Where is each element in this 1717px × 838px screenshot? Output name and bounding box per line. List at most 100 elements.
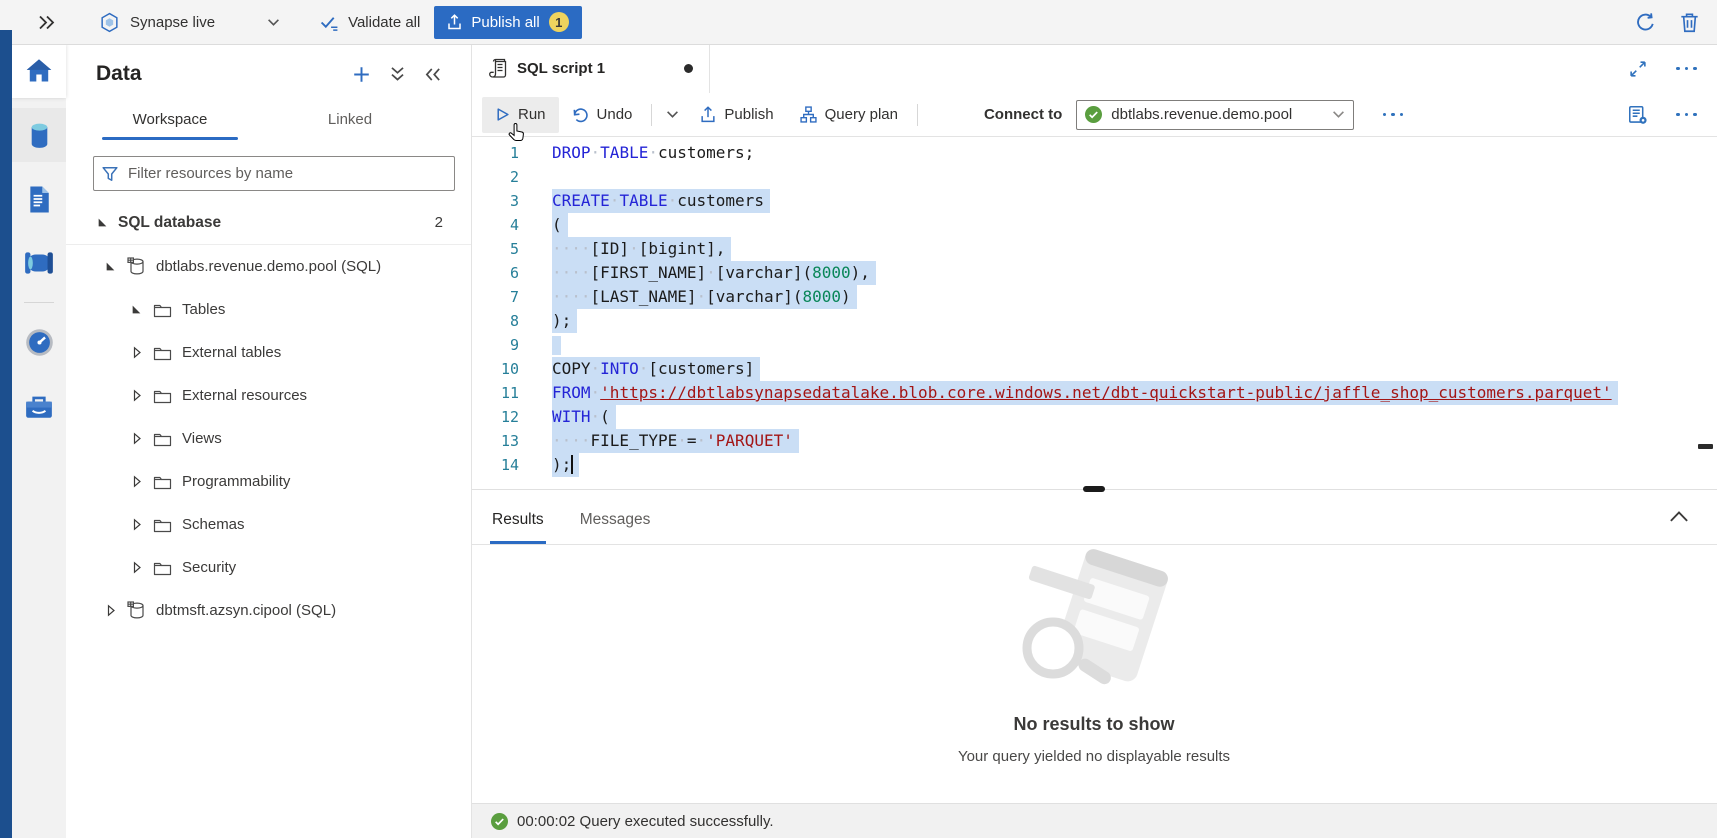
run-options-chevron-icon[interactable]	[658, 110, 687, 119]
tree-item-schemas[interactable]: Schemas	[66, 503, 471, 546]
collapse-panel-icon[interactable]	[425, 67, 441, 82]
results-splitter[interactable]	[471, 489, 1717, 490]
tab-messages[interactable]: Messages	[570, 496, 661, 544]
publish-label: Publish	[724, 106, 773, 123]
data-icon	[26, 121, 53, 150]
code-line-5: 5····[ID]·[bigint],	[471, 237, 1717, 261]
tab-sql-script-1[interactable]: SQL script 1	[471, 44, 710, 93]
caret-expanded-icon[interactable]	[104, 261, 117, 272]
chevron-down-icon	[1332, 110, 1345, 119]
discard-trash-icon[interactable]	[1680, 12, 1699, 33]
tree-item-dbtmsft-azsyn-cipool-sql[interactable]: dbtmsft.azsyn.cipool (SQL)	[66, 589, 471, 632]
tab-workspace[interactable]: Workspace	[90, 98, 250, 140]
empty-title: No results to show	[471, 714, 1717, 735]
tree-item-label: Views	[182, 430, 222, 447]
tree-item-label: Schemas	[182, 516, 245, 533]
caret-expanded-icon[interactable]	[96, 217, 109, 228]
database-icon	[126, 601, 146, 620]
properties-icon[interactable]	[1628, 105, 1648, 125]
line-number: 9	[471, 333, 519, 357]
selection-highlight: FROM·'https://dbtlabsynapsedatalake.blob…	[552, 381, 1618, 405]
empty-results-state: No results to show Your query yielded no…	[471, 549, 1717, 765]
tree-item-sql-database[interactable]: SQL database2	[66, 201, 471, 245]
caret-collapsed-icon[interactable]	[130, 561, 143, 574]
double-chevron-right-icon[interactable]	[38, 15, 55, 30]
toolbar-more-actions-icon[interactable]	[1674, 113, 1700, 117]
folder-icon	[152, 474, 172, 490]
monitor-icon	[25, 328, 54, 357]
rail-item-monitor[interactable]	[12, 315, 66, 369]
pool-select-dropdown[interactable]: dbtlabs.revenue.demo.pool	[1076, 100, 1354, 130]
tree-item-external-resources[interactable]: External resources	[66, 374, 471, 417]
collapse-all-icon[interactable]	[390, 66, 405, 82]
tab-linked[interactable]: Linked	[270, 98, 430, 140]
toolbar-divider	[651, 104, 652, 126]
sql-code-editor[interactable]: 1DROP·TABLE·customers;23CREATE·TABLE·cus…	[471, 138, 1717, 488]
filter-input[interactable]	[126, 164, 446, 183]
publish-all-button[interactable]: Publish all 1	[434, 6, 581, 39]
tree-item-programmability[interactable]: Programmability	[66, 460, 471, 503]
caret-collapsed-icon[interactable]	[130, 518, 143, 531]
tree-item-label: dbtlabs.revenue.demo.pool (SQL)	[156, 258, 381, 275]
publish-button[interactable]: Publish	[687, 97, 786, 133]
undo-button[interactable]: Undo	[559, 97, 646, 133]
sql-script-icon	[488, 58, 507, 79]
query-plan-button[interactable]: Query plan	[787, 97, 911, 133]
line-number: 4	[471, 213, 519, 237]
tree-item-security[interactable]: Security	[66, 546, 471, 589]
caret-collapsed-icon[interactable]	[130, 346, 143, 359]
caret-collapsed-icon[interactable]	[130, 432, 143, 445]
validate-check-icon	[320, 14, 339, 31]
tree-item-views[interactable]: Views	[66, 417, 471, 460]
caret-expanded-icon[interactable]	[130, 304, 143, 315]
connect-more-actions-icon[interactable]	[1380, 113, 1406, 117]
expand-editor-icon[interactable]	[1630, 61, 1646, 77]
manage-icon	[24, 393, 54, 420]
run-button[interactable]: Run	[482, 97, 559, 133]
tree-item-dbtlabs-revenue-demo-pool-sql[interactable]: dbtlabs.revenue.demo.pool (SQL)	[66, 245, 471, 288]
line-number: 13	[471, 429, 519, 453]
rail-item-integrate[interactable]	[12, 236, 66, 290]
tree-item-count: 2	[435, 214, 443, 231]
caret-collapsed-icon[interactable]	[130, 475, 143, 488]
rail	[12, 44, 66, 838]
folder-icon	[152, 302, 172, 318]
line-number: 3	[471, 189, 519, 213]
rail-item-develop[interactable]	[12, 172, 66, 226]
caret-collapsed-icon[interactable]	[104, 604, 117, 617]
selection-highlight: );	[552, 309, 577, 333]
collapse-results-chevron-icon[interactable]	[1669, 510, 1689, 523]
code-line-14: 14);	[471, 453, 1717, 477]
integrate-icon	[23, 251, 55, 275]
tab-workspace-label: Workspace	[133, 111, 208, 128]
line-number: 2	[471, 165, 519, 189]
tree-item-tables[interactable]: Tables	[66, 288, 471, 331]
code-line-1: 1DROP·TABLE·customers;	[471, 141, 1717, 165]
line-number: 11	[471, 381, 519, 405]
splitter-handle[interactable]	[1083, 486, 1105, 492]
environment-selector[interactable]: Synapse live	[99, 12, 280, 33]
azure-nav-strip	[0, 30, 12, 838]
rail-item-data[interactable]	[12, 108, 66, 162]
tab-results[interactable]: Results	[482, 496, 554, 544]
scrollbar-cursor-mark	[1698, 444, 1713, 449]
validate-all-button[interactable]: Validate all	[320, 14, 420, 31]
rail-item-manage[interactable]	[12, 379, 66, 433]
results-panel: Results Messages	[471, 496, 1717, 803]
validate-all-label: Validate all	[348, 14, 420, 31]
tree-item-external-tables[interactable]: External tables	[66, 331, 471, 374]
line-number: 5	[471, 237, 519, 261]
connected-check-icon	[1085, 106, 1102, 123]
refresh-icon[interactable]	[1635, 12, 1656, 33]
caret-collapsed-icon[interactable]	[130, 389, 143, 402]
tab-more-actions-icon[interactable]	[1674, 67, 1700, 71]
editor-tab-title: SQL script 1	[517, 60, 605, 77]
rail-item-home[interactable]	[12, 44, 66, 98]
code-line-7: 7····[LAST_NAME]·[varchar](8000)	[471, 285, 1717, 309]
editor-toolbar: Run Undo Publish	[471, 93, 1717, 137]
selection-highlight: ····[LAST_NAME]·[varchar](8000)	[552, 285, 857, 309]
add-resource-icon[interactable]	[353, 66, 370, 83]
selection-highlight: COPY·INTO·[customers]	[552, 357, 760, 381]
data-panel: Data Workspace Linked	[66, 44, 472, 838]
tab-messages-label: Messages	[580, 511, 651, 529]
